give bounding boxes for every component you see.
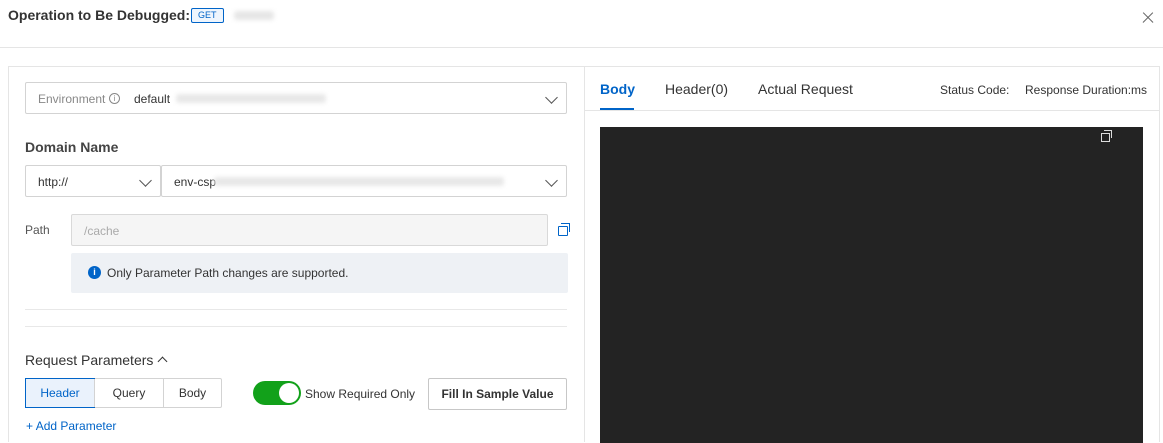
domain-value: env-csp xyxy=(174,175,217,189)
active-tab-indicator xyxy=(600,108,634,110)
tab-body[interactable]: Body xyxy=(600,81,635,97)
tab-actual-request[interactable]: Actual Request xyxy=(758,81,853,97)
protocol-select[interactable]: http:// xyxy=(25,165,161,197)
required-only-label: Show Required Only xyxy=(305,387,416,401)
method-badge: GET xyxy=(191,8,224,23)
add-parameter-label: Add Parameter xyxy=(35,419,117,433)
response-tabs: Body Header(0) Actual Request Status Cod… xyxy=(585,67,1159,111)
required-only-toggle[interactable] xyxy=(253,381,301,405)
response-panel: Body Header(0) Actual Request Status Cod… xyxy=(584,66,1160,443)
tab-header[interactable]: Header xyxy=(25,378,95,408)
path-notice: i Only Parameter Path changes are suppor… xyxy=(71,253,568,293)
environment-value: default xyxy=(134,92,171,106)
tab-body[interactable]: Body xyxy=(163,379,221,407)
path-label: Path xyxy=(25,223,50,237)
tab-query[interactable]: Query xyxy=(94,379,163,407)
path-input[interactable]: /cache xyxy=(71,214,548,246)
domain-select[interactable]: env-csp xyxy=(161,165,567,197)
environment-select[interactable]: Environment i default xyxy=(25,82,567,114)
copy-icon[interactable] xyxy=(558,223,570,236)
status-code-label: Status Code: xyxy=(940,83,1010,97)
divider xyxy=(25,326,567,327)
close-icon[interactable] xyxy=(1138,8,1158,28)
dialog-header: Operation to Be Debugged: GET xyxy=(0,0,1163,48)
toggle-knob xyxy=(279,383,299,403)
response-duration-label: Response Duration:ms xyxy=(1025,83,1148,97)
plus-icon: + xyxy=(26,419,34,433)
info-icon: i xyxy=(88,266,101,279)
environment-redacted xyxy=(176,94,326,103)
environment-label: Environment xyxy=(38,92,106,106)
fill-sample-button[interactable]: Fill In Sample Value xyxy=(428,378,567,410)
domain-redacted xyxy=(214,177,504,186)
request-panel: Environment i default Domain Name http:/… xyxy=(8,66,585,442)
info-icon[interactable]: i xyxy=(109,93,120,104)
chevron-down-icon xyxy=(139,174,152,187)
copy-icon[interactable] xyxy=(1101,130,1112,142)
dialog-title: Operation to Be Debugged: xyxy=(8,7,190,23)
chevron-down-icon xyxy=(545,91,558,104)
chevron-down-icon xyxy=(545,174,558,187)
response-body-editor[interactable] xyxy=(600,127,1143,443)
divider xyxy=(25,309,567,310)
domain-name-label: Domain Name xyxy=(25,139,119,155)
protocol-value: http:// xyxy=(38,175,69,189)
request-parameters-label[interactable]: Request Parameters xyxy=(25,352,153,368)
chevron-up-icon[interactable] xyxy=(157,356,168,367)
param-type-tabs: Header Query Body xyxy=(25,378,222,408)
notice-text: Only Parameter Path changes are supporte… xyxy=(107,266,349,280)
tab-header[interactable]: Header(0) xyxy=(665,81,728,97)
add-parameter-button[interactable]: + Add Parameter xyxy=(26,419,116,433)
operation-path-redacted xyxy=(234,11,274,20)
